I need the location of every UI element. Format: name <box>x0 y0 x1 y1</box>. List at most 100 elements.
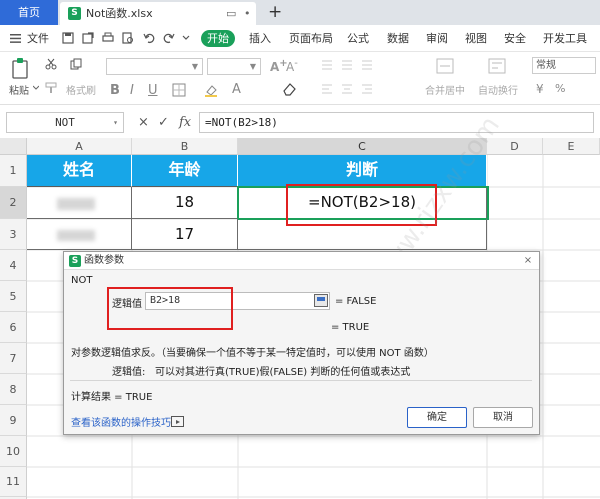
italic-icon[interactable]: I <box>130 83 134 98</box>
row-header-2[interactable]: 2 <box>0 187 27 219</box>
redo-icon[interactable] <box>163 32 175 44</box>
quick-access-chevron-icon[interactable] <box>182 35 190 41</box>
formula-bar: NOT ▾ × ✓ fx =NOT(B2>18) <box>0 112 600 134</box>
hamburger-icon[interactable] <box>10 34 21 43</box>
cell-b3[interactable]: 17 <box>132 219 238 250</box>
column-header-c[interactable]: C <box>238 138 487 155</box>
font-name-chevron-icon: ▼ <box>191 62 198 71</box>
menu-view[interactable]: 视图 <box>465 25 487 52</box>
row-header-8[interactable]: 8 <box>0 374 27 405</box>
menu-page-layout[interactable]: 页面布局 <box>289 25 333 52</box>
insert-function-icon[interactable]: fx <box>179 112 191 133</box>
argument-result: = FALSE <box>335 296 377 307</box>
add-tab-icon[interactable]: + <box>268 0 282 25</box>
save-icon[interactable] <box>62 32 74 44</box>
menu-insert[interactable]: 插入 <box>249 25 271 52</box>
cut-icon[interactable] <box>45 58 57 70</box>
menu-developer[interactable]: 开发工具 <box>543 25 587 52</box>
paste-icon[interactable] <box>11 57 31 79</box>
font-size-select[interactable]: ▼ <box>207 58 261 75</box>
cancel-formula-icon[interactable]: × <box>138 112 149 133</box>
paste-label[interactable]: 粘贴 <box>9 82 29 97</box>
confirm-formula-icon[interactable]: ✓ <box>158 112 169 133</box>
dialog-divider <box>70 380 532 381</box>
calculation-result: 计算结果 = TRUE <box>71 392 153 403</box>
name-box-chevron-icon[interactable]: ▾ <box>113 113 118 132</box>
shrink-font-icon[interactable]: A- <box>286 58 298 74</box>
app-logo-icon: S <box>69 255 81 267</box>
row-header-11[interactable]: 11 <box>0 467 27 497</box>
menu-start[interactable]: 开始 <box>201 30 235 47</box>
row-header-9[interactable]: 9 <box>0 405 27 436</box>
copy-icon[interactable] <box>70 58 82 70</box>
border-icon[interactable] <box>172 83 186 97</box>
menu-file[interactable]: 文件 <box>27 25 49 52</box>
merge-center-icon[interactable] <box>436 58 454 74</box>
home-tab[interactable]: 首页 <box>0 0 58 25</box>
function-description: 对参数逻辑值求反。（当要确保一个值不等于某一特定值时，可以使用 NOT 函数） <box>71 348 434 359</box>
tab-close-icon[interactable]: • <box>244 2 251 25</box>
menu-formulas[interactable]: 公式 <box>347 25 369 52</box>
highlight-box-formula <box>286 184 437 226</box>
name-box[interactable]: NOT ▾ <box>6 112 124 133</box>
clear-format-icon[interactable] <box>282 82 297 96</box>
auto-wrap-label[interactable]: 自动换行 <box>478 82 518 97</box>
print-preview-icon[interactable] <box>122 32 134 44</box>
cell-c1[interactable]: 判断 <box>238 155 487 187</box>
formula-input[interactable]: =NOT(B2>18) <box>199 112 594 133</box>
highlight-box-argument <box>107 287 233 330</box>
export-icon[interactable] <box>82 32 94 44</box>
row-header-6[interactable]: 6 <box>0 312 27 343</box>
column-header-e[interactable]: E <box>543 138 600 155</box>
number-format-select[interactable]: 常规 <box>532 57 596 74</box>
row-header-10[interactable]: 10 <box>0 436 27 467</box>
row-header-7[interactable]: 7 <box>0 343 27 374</box>
function-arguments-dialog: S 函数参数 × NOT 逻辑值 B2>18 = FALSE = TRUE 对参… <box>63 251 540 435</box>
menu-review[interactable]: 审阅 <box>426 25 448 52</box>
dialog-close-icon[interactable]: × <box>521 255 535 267</box>
format-painter-icon[interactable] <box>45 82 57 94</box>
horizontal-align-icons[interactable] <box>320 83 380 95</box>
argument-description: 可以对其进行真(TRUE)假(FALSE) 判断的任何值或表达式 <box>155 367 411 378</box>
underline-icon[interactable]: U <box>148 83 158 98</box>
help-link[interactable]: 查看该函数的操作技巧 <box>71 414 171 429</box>
currency-icon[interactable]: ¥ <box>536 82 544 96</box>
cell-b1[interactable]: 年龄 <box>132 155 238 187</box>
fill-color-icon[interactable] <box>204 83 218 97</box>
file-tab[interactable]: S Not函数.xlsx ▭ • <box>60 2 256 25</box>
row-header-4[interactable]: 4 <box>0 250 27 281</box>
video-help-icon[interactable] <box>171 416 184 427</box>
format-painter-label[interactable]: 格式刷 <box>66 82 96 97</box>
print-icon[interactable] <box>102 32 114 44</box>
merge-center-label[interactable]: 合并居中 <box>425 82 465 97</box>
column-header-d[interactable]: D <box>487 138 543 155</box>
blurred-name <box>57 198 95 210</box>
undo-icon[interactable] <box>143 32 155 44</box>
paste-chevron-icon[interactable] <box>33 85 39 90</box>
menu-data[interactable]: 数据 <box>387 25 409 52</box>
font-size-chevron-icon: ▼ <box>249 62 256 71</box>
cell-b2[interactable]: 18 <box>132 187 238 219</box>
bold-icon[interactable]: B <box>110 83 120 98</box>
percent-icon[interactable]: % <box>555 82 565 95</box>
row-header-1[interactable]: 1 <box>0 155 27 187</box>
title-bar: 首页 S Not函数.xlsx ▭ • + <box>0 0 600 25</box>
font-color-icon[interactable]: A <box>232 82 241 97</box>
collapse-dialog-icon[interactable] <box>314 294 328 307</box>
ok-button[interactable]: 确定 <box>407 407 467 428</box>
dialog-titlebar[interactable]: S 函数参数 × <box>64 252 539 270</box>
font-name-select[interactable]: ▼ <box>106 58 203 75</box>
auto-wrap-icon[interactable] <box>488 58 506 74</box>
cancel-button[interactable]: 取消 <box>473 407 533 428</box>
column-header-b[interactable]: B <box>132 138 238 155</box>
restore-window-icon[interactable]: ▭ <box>226 2 236 25</box>
cell-a1[interactable]: 姓名 <box>27 155 132 187</box>
row-header-5[interactable]: 5 <box>0 281 27 312</box>
column-header-a[interactable]: A <box>27 138 132 155</box>
select-all-corner[interactable] <box>0 138 27 155</box>
formula-result-preview: = TRUE <box>331 322 370 333</box>
vertical-align-icons[interactable] <box>320 59 380 71</box>
menu-security[interactable]: 安全 <box>504 25 526 52</box>
row-header-3[interactable]: 3 <box>0 219 27 250</box>
menu-bar: 文件 开始 插入 页面布局 公式 数据 审阅 视图 安全 开发工具 <box>0 25 600 52</box>
